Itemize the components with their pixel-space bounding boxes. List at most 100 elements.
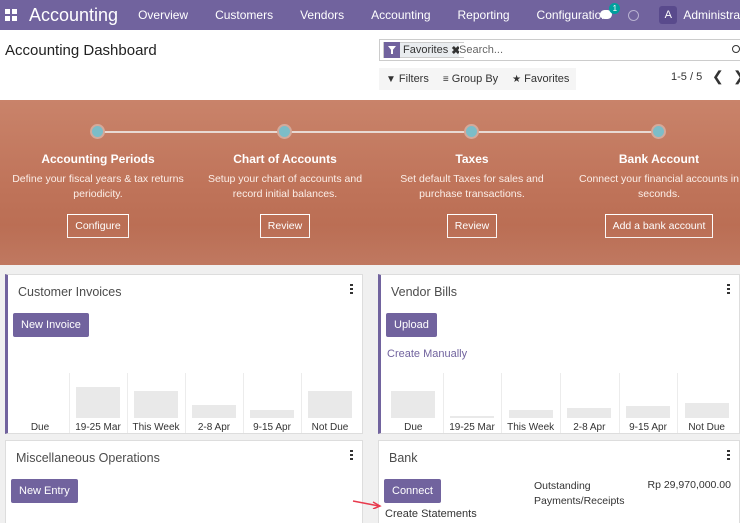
- vendor-bills-card: Vendor Bills Upload Create Manually Due 1…: [378, 274, 740, 434]
- graph-bar: [308, 390, 352, 418]
- connect-button[interactable]: Connect: [384, 479, 441, 503]
- user-avatar[interactable]: A: [659, 6, 678, 24]
- nav-reporting[interactable]: Reporting: [458, 8, 510, 22]
- user-name[interactable]: Administra: [683, 8, 740, 22]
- graph-separator: [618, 373, 620, 433]
- funnel-icon: ▼: [386, 73, 396, 85]
- create-statements-link[interactable]: Create Statements: [385, 508, 477, 520]
- control-panel: Accounting Dashboard Favorites ✖ ▼Filter…: [0, 30, 740, 100]
- create-manually-link[interactable]: Create Manually: [387, 348, 467, 360]
- favorites-label: Favorites: [524, 73, 570, 85]
- step-description: Set default Taxes for sales and purchase…: [400, 173, 544, 200]
- review-chart-button[interactable]: Review: [259, 214, 311, 238]
- graph-label: Due: [404, 422, 423, 433]
- graph-bar: [450, 415, 494, 418]
- groupby-button[interactable]: ≡ Group By: [436, 68, 505, 90]
- new-entry-button[interactable]: New Entry: [11, 479, 78, 503]
- kebab-menu-icon[interactable]: [727, 284, 730, 294]
- graph-bar: [391, 390, 436, 418]
- chevron-left-icon[interactable]: ❮: [712, 68, 724, 85]
- outstanding-label-line2: Payments/Receipts: [534, 495, 625, 507]
- graph-label: 9-15 Apr: [253, 422, 291, 433]
- onboarding-step-chart: Chart of Accounts Setup your chart of ac…: [195, 152, 375, 238]
- card-title[interactable]: Miscellaneous Operations: [16, 451, 160, 465]
- graph-separator: [69, 373, 70, 433]
- kebab-menu-icon[interactable]: [727, 450, 730, 460]
- kebab-menu-icon[interactable]: [350, 284, 353, 294]
- search-icon[interactable]: [732, 45, 740, 53]
- add-bank-account-button[interactable]: Add a bank account: [604, 214, 714, 238]
- nav-accounting[interactable]: Accounting: [371, 8, 430, 22]
- search-input[interactable]: [459, 43, 729, 57]
- graph-separator: [442, 373, 444, 433]
- graph-bar: [567, 407, 612, 418]
- filter-funnel-icon: [384, 42, 400, 58]
- kebab-menu-icon[interactable]: [350, 450, 353, 460]
- groupby-label: Group By: [451, 73, 499, 85]
- outstanding-label[interactable]: Outstanding Payments/Receipts: [534, 479, 624, 509]
- graph-separator: [501, 373, 503, 433]
- onboarding-step-bank: Bank Account Connect your financial acco…: [569, 152, 740, 238]
- graph-label: Not Due: [311, 422, 349, 433]
- customer-invoices-card: Customer Invoices New Invoice Due 19-25 M…: [5, 274, 363, 434]
- nav-customers[interactable]: Customers: [215, 8, 273, 22]
- bank-card: Bank Connect Create Statements Outstandi…: [378, 440, 740, 523]
- review-taxes-button[interactable]: Review: [446, 214, 498, 238]
- new-invoice-button[interactable]: New Invoice: [13, 313, 89, 337]
- invoices-graph[interactable]: Due 19-25 Mar This Week 2-8 Apr 9-15 Apr Not …: [8, 373, 362, 433]
- graph-bar: [250, 410, 294, 418]
- graph-label: This Week: [507, 422, 555, 433]
- card-title[interactable]: Customer Invoices: [18, 285, 122, 299]
- graph-label: 9-15 Apr: [629, 422, 667, 433]
- graph-bar: [508, 410, 553, 418]
- graph-label: 19-25 Mar: [75, 422, 121, 433]
- step-title: Accounting Periods: [41, 152, 155, 166]
- onboarding-step-taxes: Taxes Set default Taxes for sales and pu…: [382, 152, 562, 238]
- outstanding-label-line1: Outstanding: [534, 480, 591, 492]
- list-icon: ≡: [442, 73, 449, 85]
- upload-button[interactable]: Upload: [386, 313, 437, 337]
- graph-separator: [185, 373, 186, 433]
- graph-separator: [677, 373, 679, 433]
- graph-bar: [626, 406, 670, 418]
- step-dot-icon: [464, 124, 479, 139]
- step-description: Define your fiscal years & tax returns p…: [12, 173, 184, 200]
- nav-configuration[interactable]: Configuration: [537, 8, 608, 22]
- configure-button[interactable]: Configure: [67, 214, 129, 238]
- graph-bar: [192, 404, 236, 418]
- outstanding-amount: Rp 29,970,000.00: [647, 479, 732, 491]
- graph-label: Not Due: [688, 422, 725, 433]
- top-navbar: Accounting Overview Customers Vendors Ac…: [0, 0, 740, 30]
- app-brand[interactable]: Accounting: [29, 5, 118, 26]
- apps-menu-icon[interactable]: [5, 9, 17, 21]
- chat-icon[interactable]: 1: [600, 3, 621, 21]
- graph-label: 2-8 Apr: [573, 422, 606, 433]
- graph-bar: [76, 386, 120, 418]
- filter-bar: ▼ Filters ≡ Group By ★ Favorites: [379, 68, 577, 90]
- card-title[interactable]: Bank: [389, 451, 418, 465]
- activity-clock-icon[interactable]: [628, 9, 640, 21]
- step-description: Connect your financial accounts in secon…: [579, 173, 739, 200]
- graph-label: This Week: [132, 422, 180, 433]
- star-icon: ★: [512, 73, 522, 85]
- page-title: Accounting Dashboard: [5, 42, 157, 59]
- step-dot-icon: [277, 124, 292, 139]
- graph-separator: [301, 373, 302, 433]
- nav-vendors[interactable]: Vendors: [300, 8, 344, 22]
- onboarding-step-periods: Accounting Periods Define your fiscal ye…: [8, 152, 188, 238]
- graph-label: Due: [30, 422, 50, 433]
- annotation-arrow-icon: [352, 500, 382, 509]
- chat-badge: 1: [609, 3, 621, 14]
- filters-button[interactable]: ▼ Filters: [379, 68, 436, 90]
- nav-overview[interactable]: Overview: [138, 8, 188, 22]
- bills-graph[interactable]: Due 19-25 Mar This Week 2-8 Apr 9-15 Apr Not …: [381, 373, 739, 433]
- favorites-button[interactable]: ★ Favorites: [505, 68, 576, 90]
- step-title: Bank Account: [618, 152, 700, 166]
- graph-separator: [127, 373, 128, 433]
- card-title[interactable]: Vendor Bills: [391, 285, 457, 299]
- search-facet: Favorites ✖: [383, 42, 465, 58]
- step-title: Chart of Accounts: [233, 152, 337, 166]
- graph-label: 2-8 Apr: [197, 422, 231, 433]
- chevron-right-icon[interactable]: ❯: [733, 68, 740, 85]
- pager-value[interactable]: 1-5 / 5: [671, 71, 702, 83]
